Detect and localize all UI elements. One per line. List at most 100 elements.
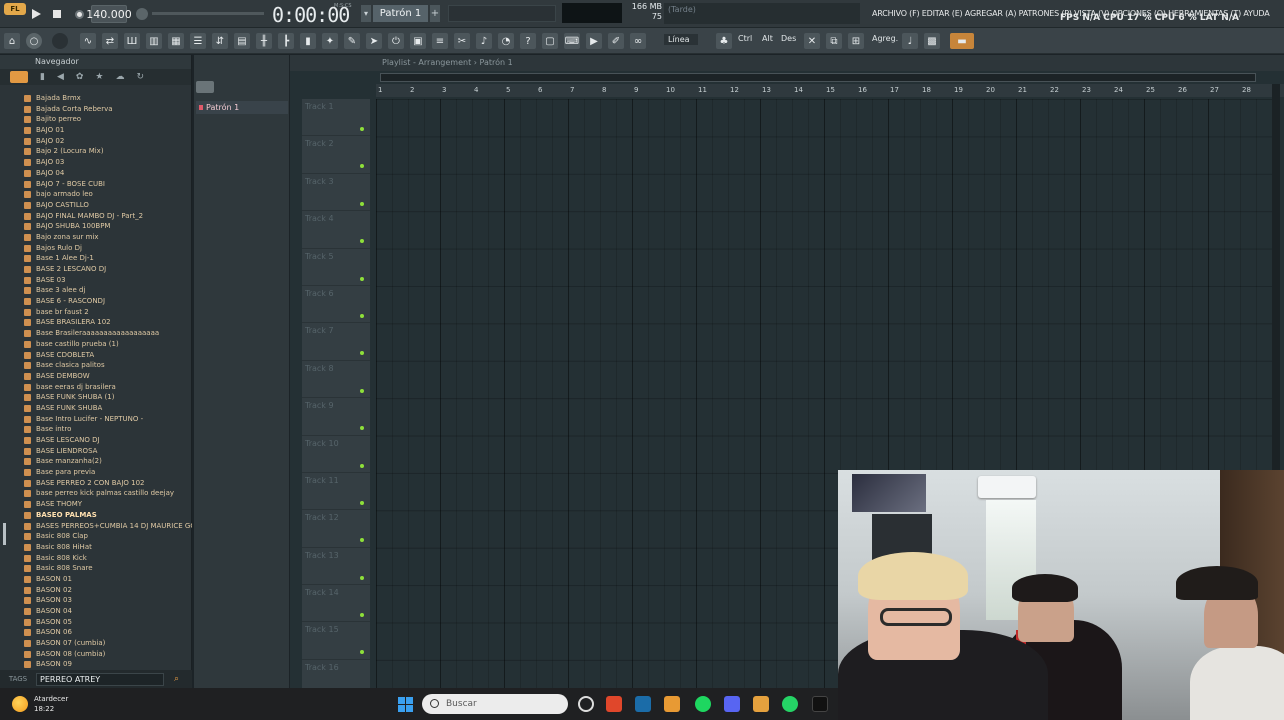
tool-wave-icon[interactable]: ∿ [80,33,96,49]
browser-list-item[interactable]: BAJO 03 [0,157,192,168]
alt-key-button[interactable]: Alt [762,34,773,43]
tool-plug-icon[interactable]: ✦ [322,33,338,49]
tool-window-icon[interactable]: ▢ [542,33,558,49]
taskbar-app-discord-icon[interactable] [724,696,740,712]
browser-list-item[interactable]: BASON 01 [0,574,192,585]
track-mute-led[interactable] [360,164,364,169]
search-icon[interactable]: ⌕ [174,674,179,684]
browser-list-item[interactable]: BASES PERREOS+CUMBIA 14 DJ MAURICE GODOY [0,521,192,532]
track-mute-led[interactable] [360,351,364,356]
track-header[interactable]: Track 15 [302,622,370,660]
browser-list-item[interactable]: Base manzanha(2) [0,456,192,467]
taskbar-app-tiktok-icon[interactable] [812,696,828,712]
master-pitch-knob[interactable] [136,8,148,20]
browser-list-item[interactable]: Base Intro Lucifer - NEPTUNO - [0,414,192,425]
tool-arrows-icon[interactable]: ⇵ [212,33,228,49]
tool-cut-icon[interactable]: ✂ [454,33,470,49]
snap-select[interactable]: Línea [664,34,698,45]
tool-next-icon[interactable]: ▶ [586,33,602,49]
taskbar-app-spotify-icon[interactable] [695,696,711,712]
track-mute-led[interactable] [360,650,364,655]
browser-list-item[interactable]: Base 1 Alee Dj-1 [0,253,192,264]
tool-piano-icon[interactable]: ▤ [234,33,250,49]
browser-list-item[interactable]: base castillo prueba (1) [0,339,192,350]
tool-keyboard-icon[interactable]: ⌨ [564,33,580,49]
browser-list-item[interactable]: Basic 808 Kick [0,553,192,564]
tool-power-icon[interactable]: ⏻ [388,33,404,49]
pattern-item[interactable]: Patrón 1 [196,101,288,114]
browser-list-item[interactable]: BASON 05 [0,617,192,628]
browser-tab-plugins-icon[interactable]: ✿ [76,72,84,82]
taskbar-search-box[interactable]: Buscar [422,694,568,714]
tool-help-icon[interactable]: ? [520,33,536,49]
track-header[interactable]: Track 12 [302,510,370,548]
taskbar-app-whatsapp-icon[interactable] [782,696,798,712]
browser-list-item[interactable]: bajo armado leo [0,189,192,200]
pattern-picker-tab[interactable] [196,81,214,93]
browser-list-item[interactable]: base perreo kick palmas castillo deejay [0,488,192,499]
browser-tab-back-icon[interactable]: ◀ [57,72,64,82]
browser-list-item[interactable]: BASON 03 [0,595,192,606]
browser-list-item[interactable]: Base 3 alee dj [0,285,192,296]
track-mute-led[interactable] [360,201,364,206]
track-header[interactable]: Track 2 [302,136,370,174]
tool-link-icon[interactable]: ⇄ [102,33,118,49]
browser-list-item[interactable]: BASE 6 - RASCONDJ [0,296,192,307]
tool-save-icon[interactable]: ▣ [410,33,426,49]
browser-list-item[interactable]: BASEO PALMAS [0,510,192,521]
track-mute-led[interactable] [360,538,364,543]
pattern-selector[interactable]: Patrón 1 [373,5,428,22]
browser-list-item[interactable]: BAJO 04 [0,168,192,179]
track-mute-led[interactable] [360,426,364,431]
browser-list-item[interactable]: BASE THOMY [0,499,192,510]
play-button[interactable] [28,5,44,23]
track-mute-led[interactable] [360,313,364,318]
track-header[interactable]: Track 13 [302,547,370,586]
playlist-horizontal-scrollbar[interactable] [380,73,1256,82]
tool-chain-icon[interactable]: ∞ [630,33,646,49]
browser-list-item[interactable]: BASE 2 LESCANO DJ [0,264,192,275]
track-header[interactable]: Track 3 [302,173,370,212]
browser-list-item[interactable]: BASON 09 [0,659,192,670]
tool-layers-icon[interactable]: ≡ [432,33,448,49]
tool-mixer-icon[interactable]: Ш [124,33,140,49]
taskbar-app-steam-icon[interactable] [635,696,651,712]
tool-circle-icon[interactable]: ○ [26,33,42,49]
tool-paste-icon[interactable]: ⊞ [848,33,864,49]
weather-widget[interactable]: Atardecer 18:22 [12,693,112,715]
browser-list-item[interactable]: BAJO 02 [0,136,192,147]
tool-close-icon[interactable]: ✕ [804,33,820,49]
track-mute-led[interactable] [360,575,364,580]
browser-list-item[interactable]: Basic 808 HiHat [0,542,192,553]
browser-list-item[interactable]: BAJO 7 - BOSE CUBI [0,179,192,190]
browser-list-item[interactable]: BAJO CASTILLO [0,200,192,211]
tool-dial-icon[interactable] [52,33,68,49]
browser-tab-refresh-icon[interactable]: ↻ [137,72,145,82]
tool-brush-icon[interactable]: ✎ [344,33,360,49]
tool-orange-icon[interactable]: ▬ [950,33,974,49]
ctrl-key-button[interactable]: Ctrl [738,34,752,43]
browser-list-item[interactable]: BASE FUNK SHUBA [0,403,192,414]
taskbar-app-brave-icon[interactable] [606,696,622,712]
tool-channel-icon[interactable]: ▥ [146,33,162,49]
track-header[interactable]: Track 7 [302,323,370,361]
browser-list-item[interactable]: Base clasica palitos [0,360,192,371]
track-mute-led[interactable] [360,500,364,505]
browser-list-item[interactable]: BASE FUNK SHUBA (1) [0,392,192,403]
taskbar-app-obs-icon[interactable] [578,696,594,712]
track-mute-led[interactable] [360,127,364,131]
browser-list-item[interactable]: BAJO SHUBA 100BPM [0,221,192,232]
browser-list-item[interactable]: Bajo 2 (Locura Mix) [0,146,192,157]
stop-button[interactable] [50,5,64,23]
tool-home-icon[interactable]: ⌂ [4,33,20,49]
track-header[interactable]: Track 9 [302,398,370,436]
track-header[interactable]: Track 14 [302,585,370,623]
tool-file-icon[interactable]: ▮ [300,33,316,49]
tool-score-icon[interactable]: ▩ [924,33,940,49]
track-header[interactable]: Track 6 [302,285,370,324]
track-header[interactable]: Track 5 [302,248,370,286]
tool-chat-icon[interactable]: ◔ [498,33,514,49]
track-header[interactable]: Track 8 [302,360,370,399]
track-header[interactable]: Track 4 [302,211,370,249]
track-mute-led[interactable] [360,613,364,618]
